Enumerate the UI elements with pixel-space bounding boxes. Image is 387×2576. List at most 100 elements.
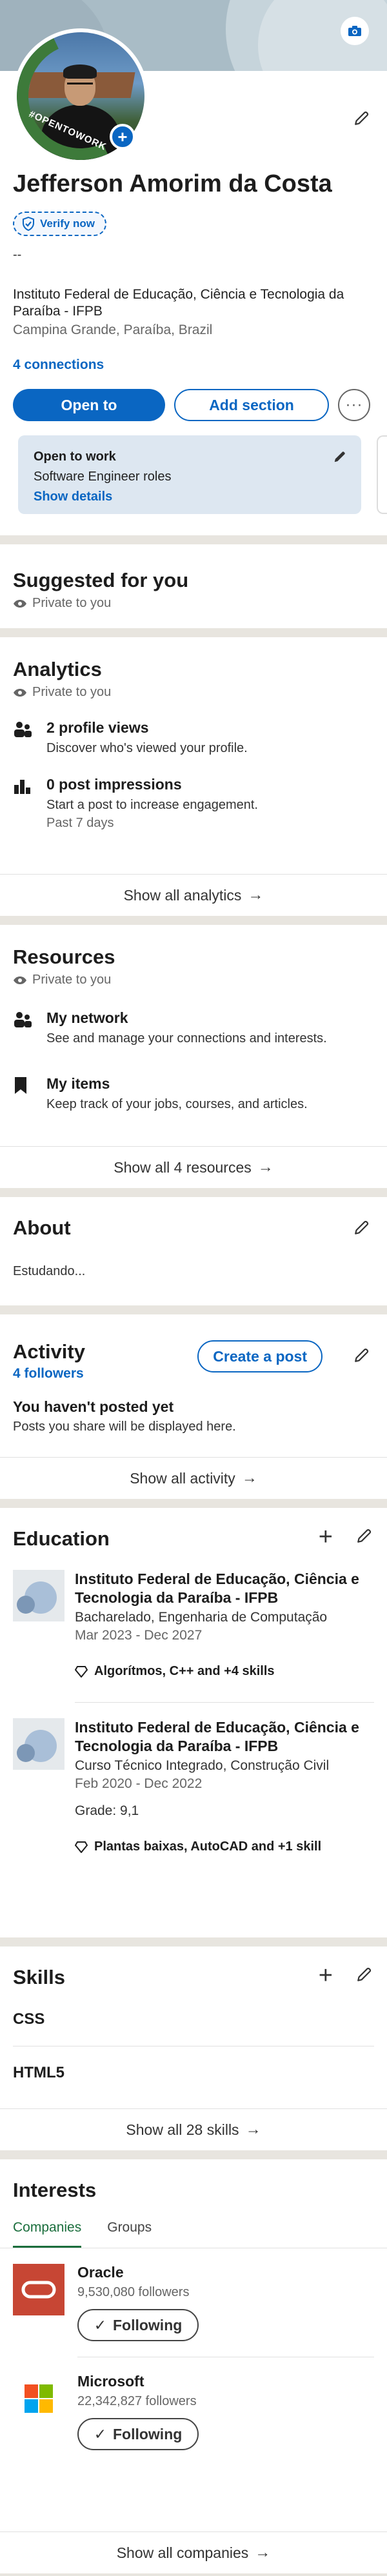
following-button[interactable]: ✓ Following: [77, 2309, 199, 2341]
profile-school[interactable]: Instituto Federal de Educação, Ciência e…: [13, 286, 374, 320]
show-all-activity-button[interactable]: Show all activity →: [0, 1458, 387, 1499]
private-indicator: Private to you: [13, 973, 374, 987]
tab-companies[interactable]: Companies: [13, 2220, 82, 2248]
microsoft-logo-icon: [13, 2373, 64, 2424]
education-degree: Bacharelado, Engenharia de Computação: [75, 1610, 328, 1625]
company-name: Oracle: [77, 2264, 124, 2281]
suggested-section: Suggested for you Private to you: [0, 544, 387, 628]
education-school: Instituto Federal de Educação, Ciência e…: [75, 1570, 359, 1606]
education-skills[interactable]: Plantas baixas, AutoCAD and +1 skill: [75, 1839, 374, 1854]
edit-about-pencil-icon[interactable]: [351, 1216, 373, 1238]
diamond-icon: [75, 1665, 88, 1678]
company-followers: 9,530,080 followers: [77, 2285, 190, 2299]
about-text: Estudando...: [13, 1264, 86, 1278]
edit-banner-camera-icon[interactable]: [341, 17, 369, 45]
skill-item[interactable]: CSS: [13, 1993, 374, 2046]
bookmark-icon: [13, 1075, 34, 1098]
education-dates: Mar 2023 - Dec 2027: [75, 1628, 203, 1643]
company-name: Microsoft: [77, 2373, 144, 2390]
education-dates: Feb 2020 - Dec 2022: [75, 1776, 203, 1791]
edit-activity-pencil-icon[interactable]: [351, 1344, 373, 1366]
my-network-item[interactable]: My network See and manage your connectio…: [13, 1009, 374, 1047]
private-label: Private to you: [32, 685, 112, 699]
people-icon: [13, 1009, 34, 1032]
profile-location: Campina Grande, Paraíba, Brazil: [13, 322, 213, 337]
show-all-analytics-button[interactable]: Show all analytics →: [0, 875, 387, 916]
education-skills[interactable]: Algorítmos, C++ and +4 skills: [75, 1664, 374, 1679]
activity-section: Activity 4 followers Create a post You h…: [0, 1314, 387, 1499]
profile-views-title: 2 profile views: [46, 719, 149, 736]
bar-chart-icon: [13, 776, 34, 798]
profile-views-desc: Discover who's viewed your profile.: [46, 741, 248, 755]
company-item[interactable]: Microsoft 22,342,827 followers ✓ Followi…: [13, 2357, 374, 2466]
no-posts-title: You haven't posted yet: [13, 1398, 174, 1415]
tab-groups[interactable]: Groups: [107, 2220, 152, 2248]
add-photo-plus-icon[interactable]: +: [110, 124, 135, 150]
show-details-link[interactable]: Show details: [34, 490, 346, 504]
skill-item[interactable]: HTML5: [13, 2046, 374, 2099]
arrow-right-icon: →: [241, 1469, 257, 1487]
diamond-icon: [75, 1841, 88, 1853]
no-posts-desc: Posts you share will be displayed here.: [13, 1420, 236, 1434]
show-all-companies-label: Show all companies: [116, 2544, 249, 2561]
open-to-work-title: Open to work: [34, 450, 116, 464]
education-item[interactable]: Instituto Federal de Educação, Ciência e…: [13, 1718, 374, 1854]
show-all-skills-button[interactable]: Show all 28 skills →: [0, 2109, 387, 2150]
edit-intro-pencil-icon[interactable]: [351, 107, 373, 129]
show-all-resources-label: Show all 4 resources: [114, 1158, 252, 1176]
eye-icon: [14, 976, 26, 984]
my-items-title: My items: [46, 1075, 110, 1092]
education-item[interactable]: Instituto Federal de Educação, Ciência e…: [13, 1570, 374, 1679]
post-impressions-title: 0 post impressions: [46, 776, 182, 793]
add-education-plus-icon[interactable]: +: [319, 1525, 333, 1549]
show-all-companies-button[interactable]: Show all companies →: [0, 2532, 387, 2573]
create-post-button[interactable]: Create a post: [197, 1340, 322, 1372]
show-all-resources-button[interactable]: Show all 4 resources →: [0, 1147, 387, 1188]
my-network-desc: See and manage your connections and inte…: [46, 1031, 327, 1045]
skills-section: Skills + CSS HTML5 Show all 28 skills →: [0, 1947, 387, 2150]
private-indicator: Private to you: [13, 685, 374, 700]
arrow-right-icon: →: [257, 1158, 273, 1176]
verify-now-button[interactable]: Verify now: [13, 212, 107, 236]
company-item[interactable]: Oracle 9,530,080 followers ✓ Following: [13, 2248, 374, 2357]
arrow-right-icon: →: [248, 886, 264, 904]
education-skills-label: Plantas baixas, AutoCAD and +1 skill: [94, 1839, 322, 1854]
add-section-button[interactable]: Add section: [174, 389, 329, 421]
private-indicator: Private to you: [13, 596, 374, 611]
open-to-button[interactable]: Open to: [13, 389, 165, 421]
post-impressions-desc: Start a post to increase engagement.: [46, 798, 258, 812]
connections-link[interactable]: 4 connections: [13, 357, 104, 373]
following-label: Following: [112, 2425, 183, 2442]
post-impressions-item[interactable]: 0 post impressions Start a post to incre…: [13, 776, 374, 831]
more-actions-button[interactable]: ···: [338, 389, 370, 421]
following-button[interactable]: ✓ Following: [77, 2418, 199, 2450]
edit-open-to-work-pencil-icon[interactable]: [333, 450, 347, 467]
next-card-peek[interactable]: [377, 435, 387, 514]
profile-card: #OPENTOWORK + Jefferson Amorim da Costa …: [0, 0, 387, 535]
company-followers: 22,342,827 followers: [77, 2394, 197, 2408]
add-skill-plus-icon[interactable]: +: [319, 1963, 333, 1988]
suggested-title: Suggested for you: [13, 569, 189, 591]
following-label: Following: [112, 2316, 183, 2333]
activity-followers-link[interactable]: 4 followers: [13, 1366, 374, 1382]
arrow-right-icon: →: [255, 2544, 271, 2561]
eye-icon: [14, 688, 26, 697]
education-skills-label: Algorítmos, C++ and +4 skills: [94, 1664, 275, 1678]
my-items-item[interactable]: My items Keep track of your jobs, course…: [13, 1075, 374, 1113]
analytics-section: Analytics Private to you 2 profile views…: [0, 637, 387, 916]
education-grade: Grade: 9,1: [75, 1803, 139, 1818]
verify-now-label: Verify now: [40, 217, 95, 230]
profile-views-item[interactable]: 2 profile views Discover who's viewed yo…: [13, 719, 374, 757]
open-to-work-card[interactable]: Open to work Software Engineer roles Sho…: [18, 435, 361, 514]
eye-icon: [14, 599, 26, 608]
show-all-skills-label: Show all 28 skills: [126, 2121, 239, 2138]
oracle-logo-icon: [13, 2264, 64, 2315]
education-school: Instituto Federal de Educação, Ciência e…: [75, 1719, 359, 1754]
education-degree: Curso Técnico Integrado, Construção Civi…: [75, 1758, 330, 1773]
arrow-right-icon: →: [245, 2121, 261, 2138]
profile-headline: --: [13, 248, 22, 262]
edit-skills-pencil-icon[interactable]: [356, 1966, 373, 1986]
edit-education-pencil-icon[interactable]: [356, 1527, 373, 1547]
post-impressions-period: Past 7 days: [46, 816, 114, 830]
education-section: Education + Instituto Federal de Educaçã…: [0, 1508, 387, 1937]
